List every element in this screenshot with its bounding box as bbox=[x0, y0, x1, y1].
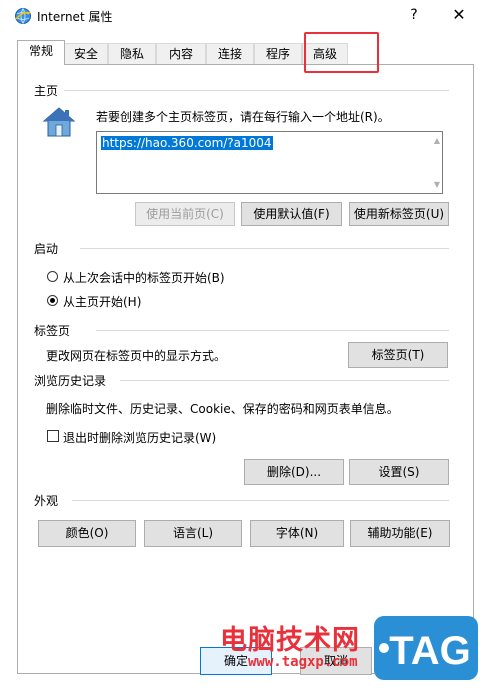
tabs-settings-button[interactable]: 标签页(T) bbox=[348, 342, 448, 368]
home-icon bbox=[42, 107, 76, 137]
radio-home-page[interactable] bbox=[47, 295, 58, 306]
radio-home-page-label[interactable]: 从主页开始(H) bbox=[63, 293, 141, 310]
startup-divider bbox=[80, 248, 449, 249]
tab-programs[interactable]: 程序 bbox=[254, 43, 302, 64]
radio-last-session[interactable] bbox=[47, 271, 58, 282]
delete-on-exit-checkbox[interactable] bbox=[47, 430, 59, 442]
tabs-description: 更改网页在标签页中的显示方式。 bbox=[46, 349, 227, 363]
scroll-down-icon[interactable]: ▼ bbox=[434, 180, 440, 189]
tab-security[interactable]: 安全 bbox=[64, 43, 108, 64]
tab-general[interactable]: 常规 bbox=[17, 40, 65, 65]
homepage-url-value: https://hao.360.com/?a1004 bbox=[101, 136, 273, 150]
tag-logo-text: TAG bbox=[389, 629, 470, 673]
internet-globe-icon bbox=[15, 8, 31, 24]
watermark-url: www.tagxp.com bbox=[248, 654, 358, 670]
history-settings-button[interactable]: 设置(S) bbox=[349, 459, 449, 485]
scroll-up-icon[interactable]: ▲ bbox=[434, 136, 440, 145]
tab-content[interactable]: 内容 bbox=[156, 43, 206, 64]
homepage-url-textarea[interactable]: https://hao.360.com/?a1004 ▲ ▼ bbox=[96, 131, 443, 194]
radio-last-session-label[interactable]: 从上次会话中的标签页开始(B) bbox=[63, 269, 225, 286]
appearance-section-label: 外观 bbox=[34, 494, 59, 508]
accessibility-button[interactable]: 辅助功能(E) bbox=[350, 520, 450, 547]
close-button[interactable]: ✕ bbox=[446, 4, 472, 26]
fonts-button[interactable]: 字体(N) bbox=[250, 520, 344, 547]
help-button[interactable]: ? bbox=[403, 4, 425, 26]
advanced-tab-highlight bbox=[304, 32, 379, 73]
languages-button[interactable]: 语言(L) bbox=[144, 520, 242, 547]
tabs-section-label: 标签页 bbox=[34, 324, 71, 338]
homepage-divider bbox=[64, 90, 449, 91]
startup-section-label: 启动 bbox=[34, 242, 59, 256]
tab-connections[interactable]: 连接 bbox=[206, 43, 254, 64]
use-new-tab-button[interactable]: 使用新标签页(U) bbox=[349, 202, 449, 226]
history-description: 删除临时文件、历史记录、Cookie、保存的密码和网页表单信息。 bbox=[46, 402, 399, 416]
tag-logo-icon: TAG bbox=[374, 616, 478, 680]
delete-history-button[interactable]: 删除(D)... bbox=[244, 459, 344, 485]
history-section-label: 浏览历史记录 bbox=[34, 374, 107, 388]
use-current-button[interactable]: 使用当前页(C) bbox=[135, 202, 235, 226]
appearance-divider bbox=[72, 500, 449, 501]
homepage-instruction: 若要创建多个主页标签页，请在每行输入一个地址(R)。 bbox=[96, 110, 390, 124]
window-title: Internet 属性 bbox=[37, 10, 113, 24]
history-divider bbox=[120, 380, 449, 381]
homepage-section-label: 主页 bbox=[34, 84, 59, 98]
radio-selected-dot bbox=[50, 298, 55, 303]
use-default-button[interactable]: 使用默认值(F) bbox=[241, 202, 342, 226]
tab-privacy[interactable]: 隐私 bbox=[108, 43, 156, 64]
delete-on-exit-label[interactable]: 退出时删除浏览历史记录(W) bbox=[63, 429, 216, 446]
tabs-divider bbox=[96, 330, 449, 331]
colors-button[interactable]: 颜色(O) bbox=[38, 520, 136, 547]
watermark-text: 电脑技术网 bbox=[220, 625, 360, 656]
